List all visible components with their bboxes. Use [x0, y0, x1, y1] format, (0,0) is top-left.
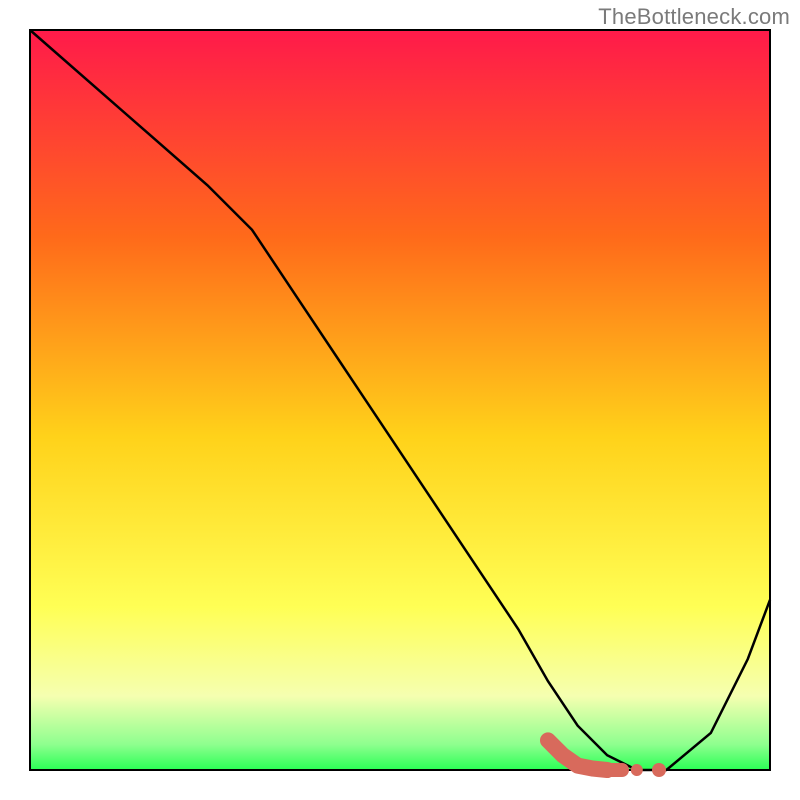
chart-frame: TheBottleneck.com [0, 0, 800, 800]
optimal-dot [631, 764, 643, 776]
optimal-dot [652, 763, 666, 777]
plot-background [30, 30, 770, 770]
bottleneck-plot [0, 0, 800, 800]
